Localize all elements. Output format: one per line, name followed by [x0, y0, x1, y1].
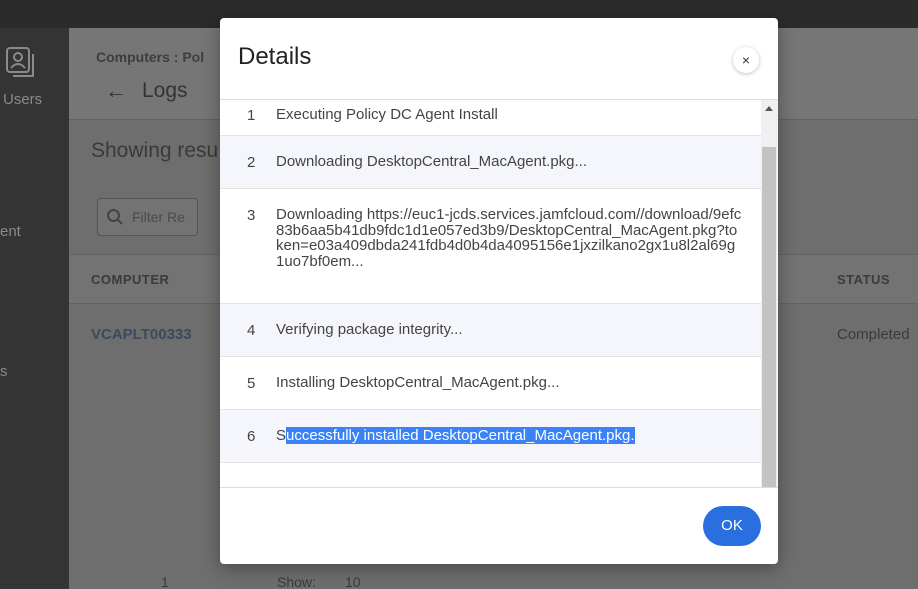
- log-message: Verifying package integrity...: [276, 321, 463, 338]
- breadcrumb[interactable]: Computers : Pol: [96, 49, 204, 65]
- selected-text[interactable]: uccessfully installed DesktopCentral_Mac…: [286, 427, 635, 444]
- log-row: 1 Executing Policy DC Agent Install: [220, 100, 761, 136]
- log-message[interactable]: Successfully installed DesktopCentral_Ma…: [276, 427, 742, 444]
- page-number[interactable]: 1: [161, 574, 169, 589]
- scroll-up-icon[interactable]: [765, 106, 773, 111]
- log-row: 4 Verifying package integrity...: [220, 304, 761, 357]
- column-header-status[interactable]: STATUS: [837, 272, 890, 287]
- log-number: 2: [247, 154, 256, 171]
- log-number: 6: [247, 428, 256, 445]
- filter-input[interactable]: Filter Re: [97, 198, 198, 236]
- pagination: 1 Show: 10: [69, 568, 918, 589]
- show-label: Show:: [277, 574, 316, 589]
- sidebar-item-users[interactable]: Users: [3, 91, 42, 108]
- sidebar-item-label[interactable]: s: [0, 363, 8, 380]
- filter-placeholder: Filter Re: [132, 209, 185, 225]
- log-list[interactable]: 1 Executing Policy DC Agent Install 2 Do…: [220, 99, 778, 488]
- sidebar-item-label[interactable]: ent: [0, 223, 21, 240]
- modal-footer: OK: [220, 487, 778, 564]
- log-message: Executing Policy DC Agent Install: [276, 106, 498, 123]
- log-row: 2 Downloading DesktopCentral_MacAgent.pk…: [220, 136, 761, 189]
- log-number: 3: [247, 207, 256, 224]
- sidebar: Users ent s: [0, 28, 69, 589]
- log-row: 6 Successfully installed DesktopCentral_…: [220, 410, 761, 463]
- ok-button[interactable]: OK: [703, 506, 761, 546]
- details-modal: Details × 1 Executing Policy DC Agent In…: [220, 18, 778, 564]
- computer-link[interactable]: VCAPLT00333: [91, 326, 192, 343]
- status-value: Completed: [837, 326, 910, 343]
- log-number: 1: [247, 107, 256, 124]
- page-title: Logs: [142, 79, 188, 102]
- scrollbar-thumb[interactable]: [762, 147, 776, 488]
- log-message-prefix: S: [276, 427, 287, 444]
- scrollbar[interactable]: [761, 100, 778, 488]
- log-message: Installing DesktopCentral_MacAgent.pkg..…: [276, 374, 560, 391]
- left-arrow-icon[interactable]: ←: [105, 78, 127, 104]
- close-button[interactable]: ×: [733, 47, 759, 73]
- users-icon[interactable]: [3, 44, 39, 80]
- log-message: Downloading https://euc1-jcds.services.j…: [276, 206, 742, 270]
- column-header-computer[interactable]: COMPUTER: [91, 272, 169, 287]
- search-icon: [107, 209, 123, 225]
- log-row: 3 Downloading https://euc1-jcds.services…: [220, 189, 761, 304]
- log-message: Downloading DesktopCentral_MacAgent.pkg.…: [276, 153, 588, 170]
- page-size-select[interactable]: 10: [345, 574, 361, 589]
- log-number: 4: [247, 322, 256, 339]
- modal-title: Details: [238, 43, 312, 70]
- log-row: 5 Installing DesktopCentral_MacAgent.pkg…: [220, 357, 761, 410]
- log-number: 5: [247, 375, 256, 392]
- results-summary: Showing resu: [91, 139, 219, 162]
